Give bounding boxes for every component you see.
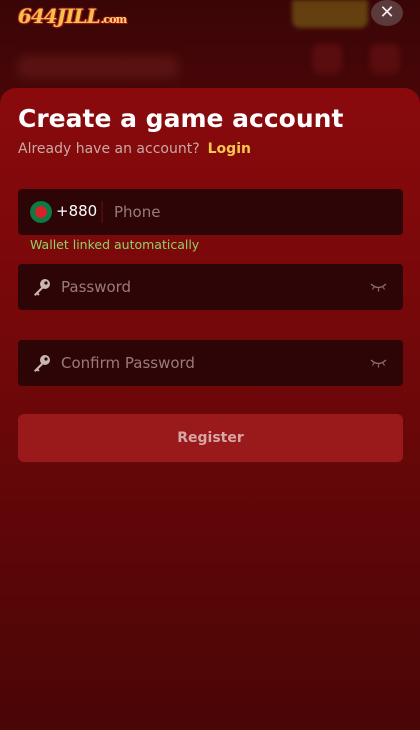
eye-closed-icon[interactable] [370,357,387,369]
login-prompt: Already have an account? Login [18,141,251,157]
password-input[interactable] [61,264,361,310]
phone-input[interactable] [114,189,384,235]
register-button[interactable]: Register [18,414,403,462]
logo-suffix: .com [100,13,127,26]
logo-text: 644JILL [18,4,101,28]
field-divider [101,201,103,223]
eye-closed-icon[interactable] [370,281,387,293]
login-link[interactable]: Login [208,141,251,157]
background-blurred-banner [18,56,178,78]
bangladesh-flag-icon[interactable] [30,201,52,223]
password-field [18,264,403,310]
confirm-password-input[interactable] [61,340,361,386]
key-icon [34,279,50,296]
country-code[interactable]: +880 [56,202,97,220]
wallet-hint: Wallet linked automatically [30,237,200,252]
key-icon [34,355,50,372]
site-logo: 644JILL.com [18,4,127,28]
confirm-password-field [18,340,403,386]
phone-field: +880 [18,189,403,235]
login-prompt-text: Already have an account? [18,141,200,157]
page-title: Create a game account [18,104,344,133]
close-icon[interactable]: ✕ [371,0,403,26]
register-sheet [0,88,420,730]
background-blurred-icon [312,44,342,74]
background-blurred-icon [370,44,400,74]
background-balance-pill [292,0,368,28]
